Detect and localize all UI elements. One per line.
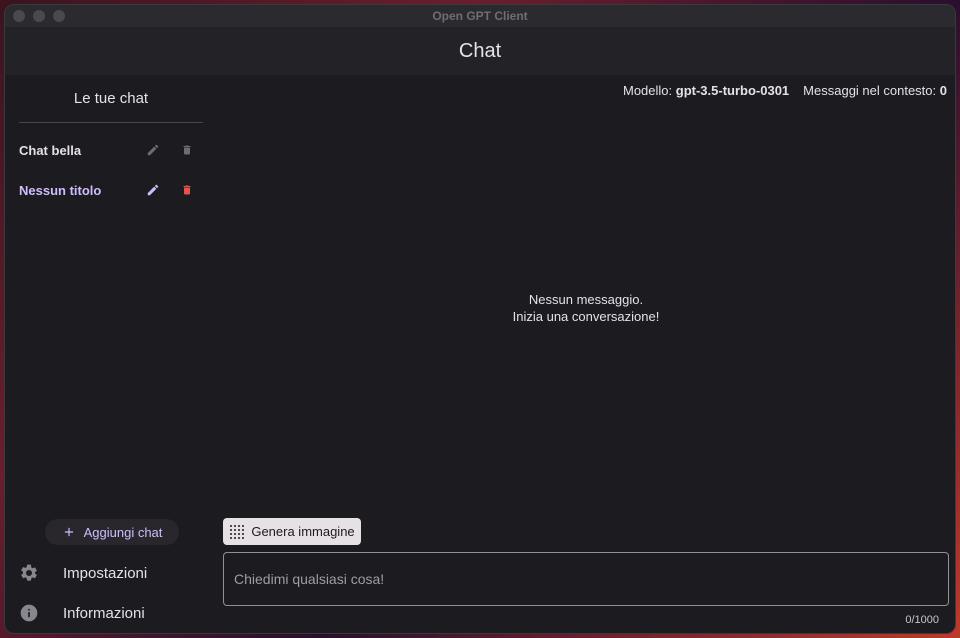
context-status: Messaggi nel contesto: 0: [803, 83, 947, 98]
sidebar-title: Le tue chat: [19, 75, 203, 123]
model-value: gpt-3.5-turbo-0301: [675, 83, 790, 98]
grain-icon: [230, 524, 245, 539]
add-chat-button[interactable]: Aggiungi chat: [45, 519, 179, 545]
page-title: Chat: [458, 39, 502, 62]
app-bar: Chat: [5, 27, 955, 75]
nav-item-label: Impostazioni: [63, 564, 148, 582]
close-window-button[interactable]: [13, 10, 25, 22]
edit-icon[interactable]: [141, 178, 165, 202]
model-label: Modello:: [623, 83, 673, 98]
empty-state: Nessun messaggio. Inizia una conversazio…: [217, 291, 955, 325]
nav-item-info[interactable]: Informazioni: [19, 600, 145, 626]
generate-image-label: Genera immagine: [251, 524, 355, 539]
delete-icon[interactable]: [175, 138, 199, 162]
app-window: Open GPT Client Chat Le tue chat Chat be…: [4, 4, 956, 634]
window-controls: [13, 10, 65, 22]
nav-item-settings[interactable]: Impostazioni: [19, 560, 147, 586]
chat-item-chat-bella[interactable]: Chat bella: [19, 130, 199, 170]
delete-icon[interactable]: [175, 178, 199, 202]
add-chat-label: Aggiungi chat: [83, 524, 163, 540]
status-bar: Modello: gpt-3.5-turbo-0301 Messaggi nel…: [623, 83, 947, 98]
context-value: 0: [939, 83, 947, 98]
chat-item-nessun-titolo[interactable]: Nessun titolo: [19, 170, 199, 210]
window-title: Open GPT Client: [432, 9, 528, 23]
edit-icon[interactable]: [141, 138, 165, 162]
model-status: Modello: gpt-3.5-turbo-0301: [623, 83, 789, 98]
chat-item-label: Chat bella: [19, 142, 82, 158]
plus-icon: [64, 527, 73, 537]
character-counter: 0/1000: [905, 614, 939, 626]
minimize-window-button[interactable]: [33, 10, 45, 22]
message-input-container: [223, 552, 949, 606]
chat-area: Modello: gpt-3.5-turbo-0301 Messaggi nel…: [217, 75, 955, 633]
context-label: Messaggi nel contesto:: [803, 83, 937, 98]
chat-item-label: Nessun titolo: [19, 182, 102, 198]
empty-state-line2: Inizia una conversazione!: [512, 309, 660, 324]
gear-icon: [19, 563, 39, 583]
generate-image-button[interactable]: Genera immagine: [223, 518, 361, 545]
maximize-window-button[interactable]: [53, 10, 65, 22]
nav-item-label: Informazioni: [63, 604, 145, 622]
empty-state-line1: Nessun messaggio.: [528, 292, 644, 307]
info-icon: [19, 603, 39, 623]
sidebar: Le tue chat Chat bella Nessun titolo Agg…: [5, 75, 217, 633]
title-bar: Open GPT Client: [5, 5, 955, 27]
message-input[interactable]: [234, 571, 948, 587]
